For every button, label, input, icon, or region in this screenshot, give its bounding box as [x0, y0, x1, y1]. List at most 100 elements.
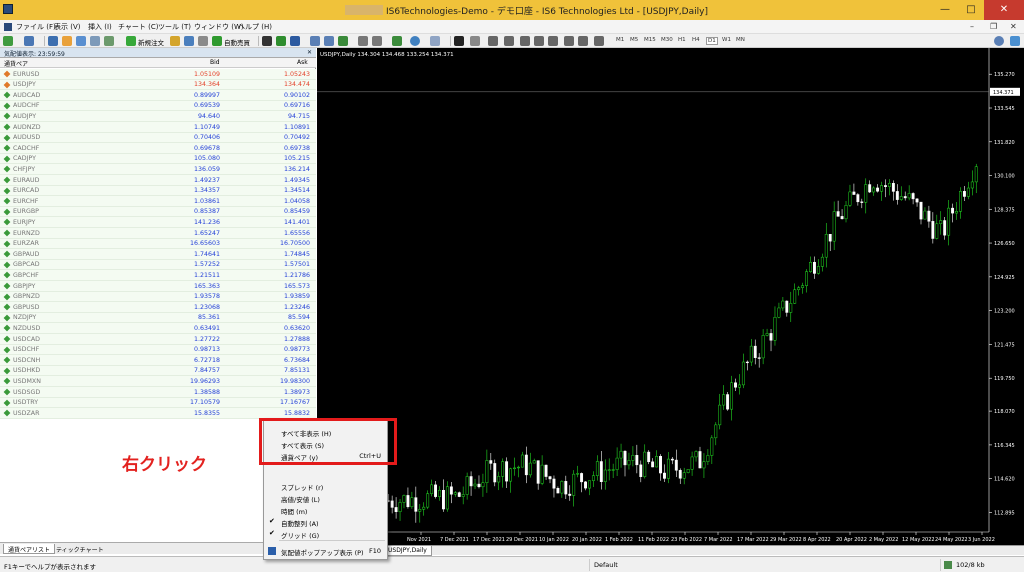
tile-windows-icon[interactable] — [338, 36, 348, 46]
zoom-out-icon[interactable] — [324, 36, 334, 46]
channel-icon[interactable] — [534, 36, 544, 46]
table-row[interactable]: USDCHF 0.98713 0.98773 — [0, 344, 316, 356]
new-order-icon[interactable] — [126, 36, 136, 46]
tf-m15[interactable]: M15 — [644, 37, 656, 43]
minimize-button[interactable]: — — [932, 0, 958, 20]
table-row[interactable]: CADJPY 105.080 105.215 — [0, 153, 316, 165]
new-order-button[interactable]: 新規注文 — [138, 37, 164, 47]
table-row[interactable]: USDCAD 1.27722 1.27888 — [0, 334, 316, 345]
table-row[interactable]: EURCHF 1.03861 1.04058 — [0, 196, 316, 207]
table-row[interactable]: AUDCHF 0.69539 0.69716 — [0, 100, 316, 112]
child-restore-icon[interactable]: ❐ — [990, 22, 997, 31]
price-chart[interactable]: USDJPY,Daily 134.304 134.468 133.254 134… — [317, 48, 1024, 545]
tf-m5[interactable]: M5 — [630, 37, 638, 43]
tab-usdjpy-daily[interactable]: USDJPY,Daily — [383, 546, 432, 556]
tf-m1[interactable]: M1 — [616, 37, 624, 43]
tab-tick-chart[interactable]: ティックチャート — [52, 544, 108, 554]
data-window-icon[interactable] — [62, 36, 72, 46]
context-menu-item[interactable]: 時間 (m) — [264, 504, 389, 516]
line-chart-icon[interactable] — [290, 36, 300, 46]
context-menu-item[interactable]: ✔ 自動整列 (A) — [264, 516, 389, 528]
table-row[interactable]: NZDUSD 0.63491 0.63620 — [0, 323, 316, 334]
table-row[interactable]: USDHKD 7.84757 7.85131 — [0, 365, 316, 377]
metaeditor-icon[interactable] — [170, 36, 180, 46]
context-menu-item[interactable]: スプレッド (r) — [264, 480, 389, 492]
menu-window[interactable]: ウィンドウ (W) — [194, 22, 244, 32]
trendline-icon[interactable] — [520, 36, 530, 46]
table-row[interactable]: EURCAD 1.34357 1.34514 — [0, 185, 316, 197]
cursor-icon[interactable] — [454, 36, 464, 46]
table-row[interactable]: AUDUSD 0.70406 0.70492 — [0, 132, 316, 144]
templates-icon[interactable] — [430, 36, 440, 46]
table-row[interactable]: EURZAR 16.65603 16.70500 — [0, 238, 316, 250]
navigator-icon[interactable] — [76, 36, 86, 46]
table-row[interactable]: AUDJPY 94.640 94.715 — [0, 111, 316, 122]
table-row[interactable]: EURUSD 1.05109 1.05243 — [0, 69, 316, 80]
col-symbol[interactable]: 通貨ペア — [4, 59, 28, 68]
tf-h1[interactable]: H1 — [678, 37, 686, 43]
table-row[interactable]: AUDCAD 0.89997 0.90102 — [0, 90, 316, 101]
context-menu-item[interactable]: 高値/安値 (L) — [264, 492, 389, 504]
tf-w1[interactable]: W1 — [722, 37, 731, 43]
chart-shift-icon[interactable] — [372, 36, 382, 46]
menu-chart[interactable]: チャート (C) — [118, 22, 159, 32]
table-row[interactable]: NZDJPY 85.361 85.594 — [0, 312, 316, 324]
auto-scroll-icon[interactable] — [358, 36, 368, 46]
indicators-icon[interactable] — [392, 36, 402, 46]
text-icon[interactable] — [564, 36, 574, 46]
search-icon[interactable] — [994, 36, 1004, 46]
tf-m30[interactable]: M30 — [661, 37, 673, 43]
menu-insert[interactable]: 挿入 (I) — [88, 22, 112, 32]
terminal-icon[interactable] — [90, 36, 100, 46]
table-row[interactable]: CHFJPY 136.059 136.214 — [0, 164, 316, 175]
maximize-button[interactable]: □ — [958, 0, 984, 20]
community-icon[interactable] — [1010, 36, 1020, 46]
tf-h4[interactable]: H4 — [692, 37, 700, 43]
zoom-in-icon[interactable] — [310, 36, 320, 46]
context-menu-item[interactable]: ✔ グリッド (G) — [264, 528, 389, 540]
crosshair-icon[interactable] — [470, 36, 480, 46]
auto-trade-icon[interactable] — [212, 36, 222, 46]
col-ask[interactable]: Ask — [297, 59, 308, 66]
table-row[interactable]: EURGBP 0.85387 0.85459 — [0, 206, 316, 218]
profiles-icon[interactable] — [24, 36, 34, 46]
menu-file[interactable]: ファイル (F) — [16, 22, 56, 32]
table-row[interactable]: USDJPY 134.364 134.474 — [0, 79, 316, 91]
market-watch-close-icon[interactable]: ✕ — [307, 49, 312, 56]
horizontal-line-icon[interactable] — [504, 36, 514, 46]
menu-view[interactable]: 表示 (V) — [54, 22, 80, 32]
tf-mn[interactable]: MN — [736, 37, 745, 43]
table-row[interactable]: USDSGD 1.38588 1.38973 — [0, 387, 316, 398]
fibonacci-icon[interactable] — [548, 36, 558, 46]
table-row[interactable]: GBPUSD 1.23068 1.23246 — [0, 302, 316, 313]
close-button[interactable]: ✕ — [984, 0, 1024, 20]
arrows-icon[interactable] — [594, 36, 604, 46]
vertical-line-icon[interactable] — [488, 36, 498, 46]
market-watch-icon[interactable] — [48, 36, 58, 46]
tab-symbols[interactable]: 通貨ペアリスト — [3, 544, 56, 554]
printer-icon[interactable] — [198, 36, 208, 46]
table-row[interactable]: GBPCAD 1.57252 1.57501 — [0, 259, 316, 271]
bar-chart-icon[interactable] — [262, 36, 272, 46]
col-bid[interactable]: Bid — [210, 59, 220, 66]
table-row[interactable]: USDTRY 17.10579 17.16767 — [0, 397, 316, 409]
child-minimize-icon[interactable]: – — [970, 22, 974, 31]
child-close-icon[interactable]: ✕ — [1010, 22, 1017, 31]
table-row[interactable]: USDMXN 19.96293 19.98300 — [0, 376, 316, 387]
auto-trade-button[interactable]: 自動売買 — [224, 37, 250, 47]
table-row[interactable]: GBPNZD 1.93578 1.93859 — [0, 291, 316, 303]
table-row[interactable]: GBPAUD 1.74641 1.74845 — [0, 249, 316, 260]
options-icon[interactable] — [184, 36, 194, 46]
menu-help[interactable]: ヘルプ (H) — [238, 22, 272, 32]
table-row[interactable]: AUDNZD 1.10749 1.10891 — [0, 122, 316, 133]
periods-icon[interactable] — [410, 36, 420, 46]
table-row[interactable]: CADCHF 0.69678 0.69738 — [0, 143, 316, 154]
table-row[interactable]: EURAUD 1.49237 1.49345 — [0, 175, 316, 186]
tf-d1[interactable]: D1 — [706, 37, 718, 45]
table-row[interactable]: GBPJPY 165.363 165.573 — [0, 281, 316, 292]
text-label-icon[interactable] — [578, 36, 588, 46]
table-row[interactable]: EURJPY 141.236 141.401 — [0, 217, 316, 228]
table-row[interactable]: EURNZD 1.65247 1.65556 — [0, 228, 316, 239]
table-row[interactable]: GBPCHF 1.21511 1.21786 — [0, 270, 316, 281]
menu-tools[interactable]: ツール (T) — [158, 22, 191, 32]
